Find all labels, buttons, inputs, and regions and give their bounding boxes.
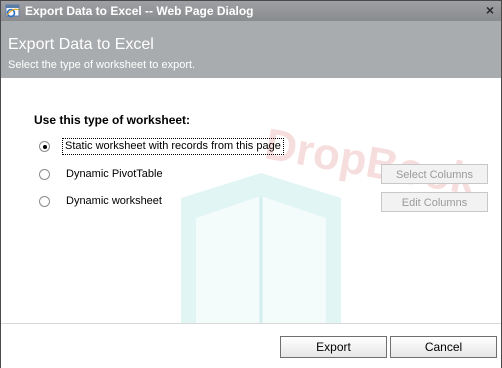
select-columns-button[interactable]: Select Columns bbox=[381, 164, 488, 184]
dialog-content: DropBook Use this type of worksheet: Sta… bbox=[1, 78, 501, 323]
export-dialog: Export Data to Excel -- Web Page Dialog … bbox=[0, 0, 502, 368]
option-label[interactable]: Dynamic PivotTable bbox=[64, 167, 165, 182]
worksheet-type-label: Use this type of worksheet: bbox=[34, 113, 191, 127]
header-subtitle: Select the type of worksheet to export. bbox=[8, 59, 196, 71]
radio-selected-dot bbox=[43, 145, 47, 149]
option-label[interactable]: Static worksheet with records from this … bbox=[62, 138, 284, 155]
window-title: Export Data to Excel -- Web Page Dialog bbox=[25, 4, 254, 18]
dialog-footer: Export Cancel bbox=[1, 323, 501, 368]
header-title: Export Data to Excel bbox=[8, 36, 154, 53]
title-bar[interactable]: Export Data to Excel -- Web Page Dialog … bbox=[1, 1, 501, 21]
edit-columns-button[interactable]: Edit Columns bbox=[381, 192, 488, 212]
ie-icon bbox=[5, 4, 20, 18]
close-icon[interactable]: × bbox=[482, 3, 498, 19]
radio-dynamic-worksheet[interactable] bbox=[39, 196, 50, 207]
option-label[interactable]: Dynamic worksheet bbox=[64, 194, 164, 209]
radio-static-worksheet[interactable] bbox=[39, 141, 50, 152]
dialog-header: Export Data to Excel Select the type of … bbox=[1, 21, 501, 78]
cancel-button[interactable]: Cancel bbox=[390, 336, 497, 358]
export-button[interactable]: Export bbox=[280, 336, 387, 358]
radio-dynamic-pivottable[interactable] bbox=[39, 169, 50, 180]
